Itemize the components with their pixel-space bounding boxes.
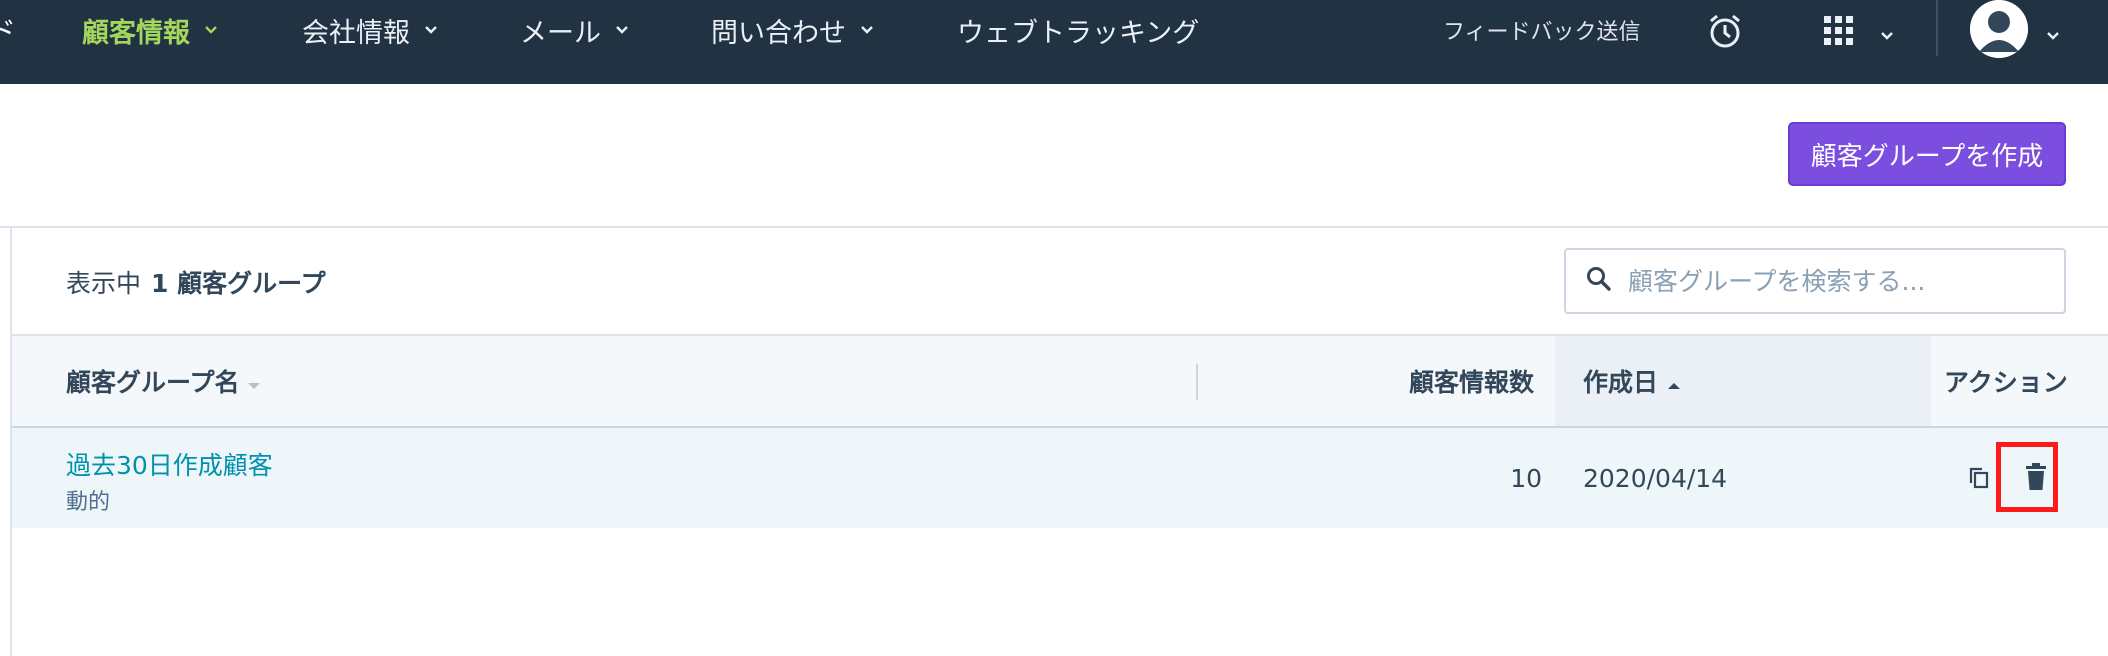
search-input[interactable] xyxy=(1626,265,2030,297)
alarm-clock-icon[interactable] xyxy=(1706,12,1744,54)
delete-highlight-box xyxy=(1996,442,2058,512)
header-divider xyxy=(0,226,2108,228)
column-header-name[interactable]: 顧客グループ名 xyxy=(66,336,260,426)
search-box[interactable] xyxy=(1564,248,2066,314)
result-count: 表示中 1 顧客グループ xyxy=(66,264,326,300)
user-avatar-icon[interactable] xyxy=(1970,0,2028,58)
nav-item-companies[interactable]: 会社情報 xyxy=(302,10,438,50)
table-row: 過去30日作成顧客 動的 10 2020/04/14 xyxy=(12,428,2108,528)
create-contact-group-button[interactable]: 顧客グループを作成 xyxy=(1788,122,2066,186)
search-icon xyxy=(1586,266,1612,296)
nav-item-label: 問い合わせ xyxy=(711,17,846,49)
column-header-count[interactable]: 顧客情報数 xyxy=(1392,336,1534,426)
nav-item-label: 顧客情報 xyxy=(82,17,190,49)
chevron-down-icon xyxy=(615,25,629,35)
chevron-down-icon[interactable] xyxy=(1880,26,1894,45)
nav-item-label: ウェブトラッキング xyxy=(957,17,1200,49)
column-header-label: 顧客グループ名 xyxy=(66,368,240,397)
column-header-created[interactable]: 作成日 xyxy=(1555,336,1931,426)
nav-item-clipped[interactable]: ド xyxy=(0,10,16,50)
nav-item-label: 会社情報 xyxy=(302,17,410,49)
showing-count: 1 顧客グループ xyxy=(151,269,326,298)
copy-icon[interactable] xyxy=(1968,466,1990,494)
created-date: 2020/04/14 xyxy=(1583,464,1728,493)
column-header-actions: アクション xyxy=(1944,336,2068,426)
table-header: 顧客グループ名 顧客情報数 作成日 アクション xyxy=(12,334,2108,428)
column-divider xyxy=(1196,364,1198,400)
column-header-label: 作成日 xyxy=(1583,368,1659,397)
group-name-link[interactable]: 過去30日作成顧客 xyxy=(66,446,273,482)
column-header-label: アクション xyxy=(1944,368,2068,397)
chevron-down-icon xyxy=(424,25,438,35)
group-type: 動的 xyxy=(66,490,111,515)
nav-divider xyxy=(1936,0,1938,56)
nav-item-web-tracking[interactable]: ウェブトラッキング xyxy=(957,10,1199,50)
contact-count: 10 xyxy=(1510,464,1542,493)
chevron-down-icon xyxy=(204,25,218,35)
chevron-down-icon xyxy=(860,25,874,35)
nav-item-email[interactable]: メール xyxy=(520,10,629,50)
column-header-label: 顧客情報数 xyxy=(1408,368,1534,397)
showing-label: 表示中 xyxy=(66,269,142,298)
feedback-link[interactable]: フィードバック送信 xyxy=(1443,14,1641,46)
nav-item-inquiries[interactable]: 問い合わせ xyxy=(711,10,874,50)
sort-ascending-icon xyxy=(1668,367,1681,396)
apps-grid-icon[interactable] xyxy=(1824,16,1854,50)
nav-item-label: メール xyxy=(520,17,601,49)
top-navigation: ド 顧客情報 会社情報 メール 問い合わせ ウェブトラッキング フィードバック送… xyxy=(0,0,2108,84)
chevron-down-icon[interactable] xyxy=(2046,26,2060,45)
sort-caret-icon xyxy=(247,367,260,396)
nav-item-contacts[interactable]: 顧客情報 xyxy=(82,10,218,50)
